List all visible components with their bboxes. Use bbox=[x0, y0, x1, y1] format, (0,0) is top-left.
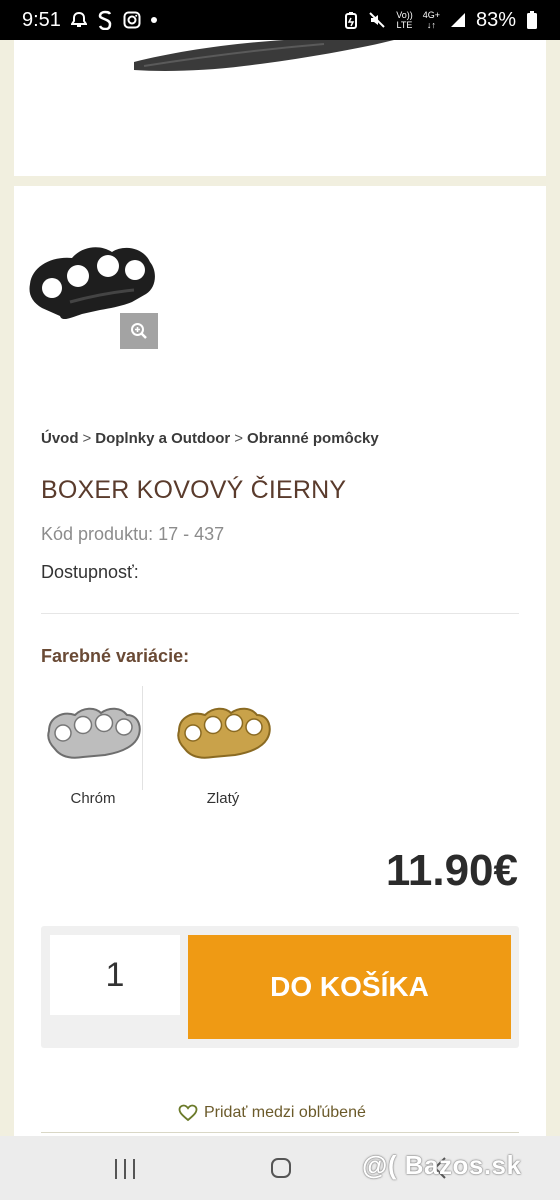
recent-apps-icon[interactable] bbox=[113, 1158, 137, 1180]
network-type-label: 4G+ bbox=[422, 10, 440, 20]
add-to-favorites-link[interactable]: Pridať medzi obľúbené bbox=[178, 1104, 366, 1122]
system-nav-bar: @( Bazos.sk bbox=[0, 1136, 560, 1200]
battery-saver-icon bbox=[345, 12, 358, 29]
instagram-icon bbox=[123, 11, 141, 29]
dot-icon bbox=[150, 17, 157, 23]
status-time: 9:51 bbox=[22, 8, 61, 31]
watermark: @( Bazos.sk bbox=[362, 1150, 522, 1180]
variant-gold-image bbox=[168, 686, 278, 786]
variant-gold[interactable]: Zlatý bbox=[168, 686, 278, 811]
variant-divider bbox=[142, 686, 143, 790]
breadcrumb-subcategory[interactable]: Obranné pomôcky bbox=[247, 430, 379, 447]
mute-icon bbox=[369, 12, 385, 28]
status-bar: 9:51 Vo)) LTE 4G+ ↓↑ 83% bbox=[0, 0, 560, 40]
breadcrumb: Úvod > Doplnky a Outdoor > Obranné pomôcky bbox=[41, 430, 379, 447]
gold-knuckles-image bbox=[177, 707, 271, 759]
battery-percent: 83% bbox=[475, 8, 516, 31]
network-bottom-label: LTE bbox=[396, 20, 413, 30]
variant-chrome-label: Chróm bbox=[70, 790, 116, 807]
zoom-button[interactable] bbox=[120, 313, 158, 349]
knife-image bbox=[134, 40, 394, 71]
network-type: 4G+ ↓↑ bbox=[422, 10, 440, 30]
product-title: BOXER KOVOVÝ ČIERNY bbox=[41, 476, 347, 504]
status-right: Vo)) LTE 4G+ ↓↑ 83% bbox=[344, 9, 538, 32]
divider bbox=[41, 613, 519, 614]
add-to-favorites-label: Pridať medzi obľúbené bbox=[204, 1104, 366, 1121]
variant-chrome-image bbox=[38, 686, 148, 786]
status-left: 9:51 bbox=[22, 9, 157, 32]
network-volte: Vo)) LTE bbox=[396, 10, 413, 30]
add-to-cart-button[interactable]: DO KOŠÍKA bbox=[188, 935, 511, 1039]
chrome-knuckles-image bbox=[47, 707, 141, 759]
product-price: 11.90€ bbox=[385, 846, 518, 895]
availability-label: Dostupnosť: bbox=[41, 562, 139, 582]
variant-gold-label: Zlatý bbox=[206, 790, 240, 807]
notification-icon bbox=[70, 11, 87, 27]
breadcrumb-separator: > bbox=[82, 430, 92, 447]
signal-icon bbox=[450, 13, 465, 27]
breadcrumb-category[interactable]: Doplnky a Outdoor bbox=[95, 430, 230, 447]
heart-icon bbox=[178, 1104, 198, 1122]
variant-chrome[interactable]: Chróm bbox=[38, 686, 148, 811]
network-top-label: Vo)) bbox=[396, 10, 413, 20]
breadcrumb-home[interactable]: Úvod bbox=[41, 430, 79, 447]
home-icon[interactable] bbox=[270, 1157, 292, 1179]
bottom-divider bbox=[41, 1132, 519, 1133]
add-to-cart-box: DO KOŠÍKA bbox=[41, 926, 519, 1048]
product-main-image[interactable] bbox=[14, 40, 546, 176]
variants-heading: Farebné variácie: bbox=[41, 646, 190, 666]
battery-icon bbox=[527, 11, 537, 29]
product-code: Kód produktu: 17 - 437 bbox=[41, 524, 225, 544]
zoom-in-icon bbox=[131, 323, 147, 339]
quantity-input[interactable] bbox=[50, 935, 180, 1015]
s-app-icon bbox=[98, 10, 112, 30]
product-card: Úvod > Doplnky a Outdoor > Obranné pomôcky B… bbox=[14, 186, 546, 1146]
breadcrumb-separator: > bbox=[234, 430, 244, 447]
